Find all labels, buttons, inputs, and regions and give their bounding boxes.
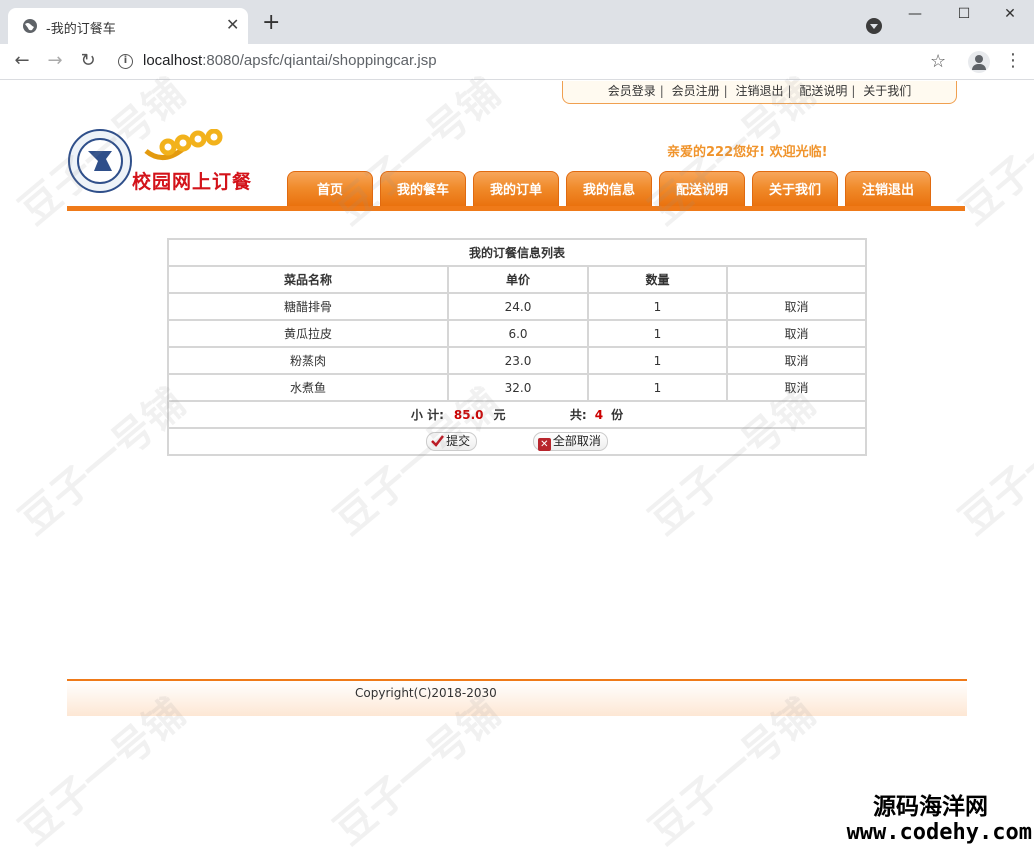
link-logout[interactable]: 注销退出 xyxy=(735,84,783,98)
tab-search-icon[interactable] xyxy=(866,18,882,34)
reload-icon[interactable]: ↻ xyxy=(78,51,98,71)
action-row: 提交 ✕ 全部取消 xyxy=(167,427,867,456)
table-row: 粉蒸肉 23.0 1 取消 xyxy=(167,346,867,375)
table-header-row: 菜品名称 单价 数量 xyxy=(167,265,867,294)
cancel-x-icon: ✕ xyxy=(537,438,551,451)
tab-title: -我的订餐车 xyxy=(46,22,116,37)
count-unit: 份 xyxy=(611,408,624,422)
link-register[interactable]: 会员注册 xyxy=(672,84,720,98)
header-qty: 数量 xyxy=(587,265,728,294)
subtotal-label: 小 计: xyxy=(410,408,444,422)
cancel-all-label: 全部取消 xyxy=(552,434,601,448)
action-cell: 提交 ✕ 全部取消 xyxy=(167,427,867,456)
address-bar[interactable]: localhost:8080/apsfc/qiantai/shoppingcar… xyxy=(143,52,437,69)
url-host: localhost xyxy=(143,52,203,69)
dish-price: 6.0 xyxy=(447,319,589,348)
dish-price: 32.0 xyxy=(447,373,589,402)
cancel-link[interactable]: 取消 xyxy=(726,319,867,348)
brand-line-2: www.codehy.com xyxy=(846,820,1032,845)
new-tab-icon[interactable]: + xyxy=(262,12,280,34)
dish-qty: 1 xyxy=(587,346,728,375)
url-path: :8080/apsfc/qiantai/shoppingcar.jsp xyxy=(202,52,437,69)
globe-icon xyxy=(23,19,37,33)
currency-unit: 元 xyxy=(493,408,506,422)
dish-qty: 1 xyxy=(587,373,728,402)
brand-watermark: 源码海洋网 www.codehy.com xyxy=(826,794,1034,846)
table-row: 糖醋排骨 24.0 1 取消 xyxy=(167,292,867,321)
checkmark-icon xyxy=(431,435,445,447)
browser-toolbar: ← → ↻ i localhost:8080/apsfc/qiantai/sho… xyxy=(0,44,1034,80)
summary-row: 小 计: 85.0 元 共: 4 份 xyxy=(167,400,867,429)
footer: Copyright(C)2018-2030 xyxy=(67,679,967,716)
cancel-link[interactable]: 取消 xyxy=(726,346,867,375)
dish-name: 糖醋排骨 xyxy=(167,292,449,321)
logo-text: 校园网上订餐 xyxy=(132,171,253,193)
menu-logout[interactable]: 注销退出 xyxy=(845,171,931,208)
page-content: 会员登录 | 会员注册 | 注销退出 | 配送说明 | 关于我们 校园网上订餐 亲爱的2… xyxy=(0,81,1034,853)
top-links: 会员登录 | 会员注册 | 注销退出 | 配送说明 | 关于我们 xyxy=(562,81,957,104)
browser-tabbar: -我的订餐车 ✕ + — ☐ ✕ xyxy=(0,0,1034,44)
dish-qty: 1 xyxy=(587,319,728,348)
dish-name: 水煮鱼 xyxy=(167,373,449,402)
table-row: 黄瓜拉皮 6.0 1 取消 xyxy=(167,319,867,348)
link-login[interactable]: 会员登录 xyxy=(608,84,656,98)
brand-line-1: 源码海洋网 xyxy=(873,794,988,820)
total-label: 共: xyxy=(569,408,587,422)
browser-tab[interactable]: -我的订餐车 ✕ xyxy=(8,8,248,44)
summary-cell: 小 计: 85.0 元 共: 4 份 xyxy=(167,400,867,429)
cancel-link[interactable]: 取消 xyxy=(726,292,867,321)
close-window-icon[interactable]: ✕ xyxy=(1000,6,1020,22)
site-info-icon[interactable]: i xyxy=(118,54,133,69)
dish-name: 黄瓜拉皮 xyxy=(167,319,449,348)
header-action xyxy=(726,265,867,294)
header-price: 单价 xyxy=(447,265,589,294)
table-title: 我的订餐信息列表 xyxy=(167,238,867,267)
menu-orders[interactable]: 我的订单 xyxy=(473,171,559,208)
subtotal-value: 85.0 xyxy=(453,408,484,422)
link-delivery[interactable]: 配送说明 xyxy=(799,84,847,98)
menu-underline xyxy=(67,206,965,211)
bookmark-star-icon[interactable]: ☆ xyxy=(930,51,946,72)
menu-cart[interactable]: 我的餐车 xyxy=(380,171,466,208)
menu-delivery[interactable]: 配送说明 xyxy=(659,171,745,208)
menu-kebab-icon[interactable]: ⋮ xyxy=(1004,51,1022,71)
menu-profile[interactable]: 我的信息 xyxy=(566,171,652,208)
back-icon[interactable]: ← xyxy=(12,51,32,71)
order-table: 我的订餐信息列表 菜品名称 单价 数量 糖醋排骨 24.0 1 取消 黄瓜拉皮 … xyxy=(167,238,867,456)
submit-button[interactable]: 提交 xyxy=(426,432,478,451)
welcome-message: 亲爱的222您好! 欢迎光临! xyxy=(667,145,828,160)
menu-home[interactable]: 首页 xyxy=(287,171,373,208)
cancel-all-button[interactable]: ✕ 全部取消 xyxy=(532,432,608,451)
cancel-link[interactable]: 取消 xyxy=(726,373,867,402)
header-dish: 菜品名称 xyxy=(167,265,449,294)
dish-price: 23.0 xyxy=(447,346,589,375)
profile-avatar-icon[interactable] xyxy=(968,51,990,73)
menu-about[interactable]: 关于我们 xyxy=(752,171,838,208)
dish-qty: 1 xyxy=(587,292,728,321)
close-tab-icon[interactable]: ✕ xyxy=(226,15,239,35)
table-row: 水煮鱼 32.0 1 取消 xyxy=(167,373,867,402)
dish-price: 24.0 xyxy=(447,292,589,321)
link-about[interactable]: 关于我们 xyxy=(863,84,911,98)
maximize-icon[interactable]: ☐ xyxy=(954,6,974,22)
total-count: 4 xyxy=(594,408,604,422)
minimize-icon[interactable]: — xyxy=(905,6,925,22)
dish-name: 粉蒸肉 xyxy=(167,346,449,375)
table-title-row: 我的订餐信息列表 xyxy=(167,238,867,267)
copyright: Copyright(C)2018-2030 xyxy=(355,686,497,700)
submit-label: 提交 xyxy=(446,434,471,448)
forward-icon[interactable]: → xyxy=(45,51,65,71)
